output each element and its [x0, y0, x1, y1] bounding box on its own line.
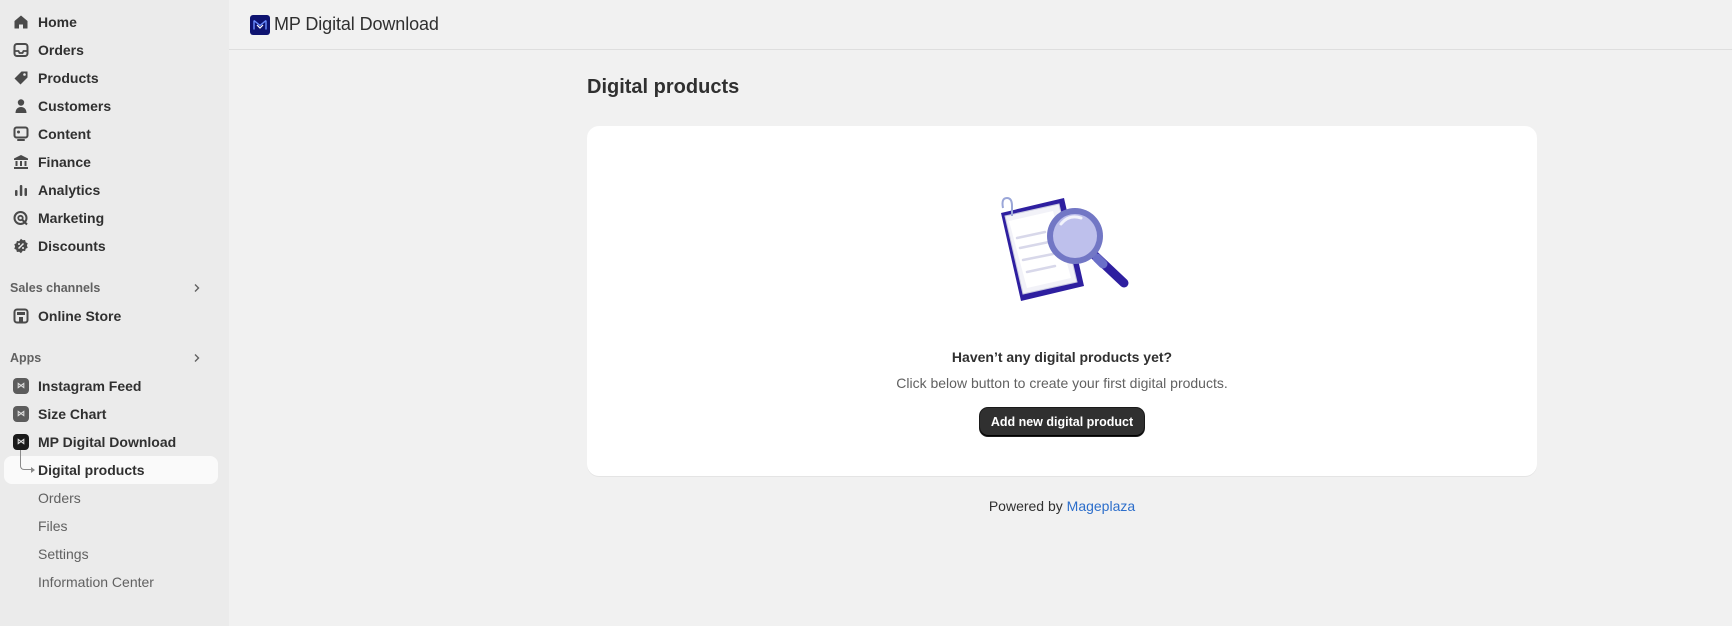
- sidebar-item-label: Files: [38, 518, 68, 534]
- app-header: MP Digital Download: [229, 0, 1732, 50]
- sidebar-subitem-orders[interactable]: Orders: [4, 484, 218, 512]
- sidebar-item-home[interactable]: Home: [4, 8, 218, 36]
- tag-icon: [13, 70, 29, 86]
- sidebar-item-label: Settings: [38, 546, 89, 562]
- empty-state-card: Haven’t any digital products yet? Click …: [587, 126, 1537, 476]
- sidebar-item-instagram-feed[interactable]: ⋈ Instagram Feed: [4, 372, 218, 400]
- sidebar-item-label: Analytics: [38, 182, 101, 198]
- app-logo-icon: [250, 14, 270, 35]
- sidebar-item-label: Digital products: [38, 462, 145, 478]
- person-icon: [13, 98, 29, 114]
- sidebar-subitem-settings[interactable]: Settings: [4, 540, 218, 568]
- sidebar-item-label: MP Digital Download: [38, 434, 177, 450]
- tree-connector-icon: [20, 450, 35, 473]
- sidebar-item-label: Content: [38, 126, 91, 142]
- content-icon: [13, 126, 29, 142]
- sidebar-item-label: Customers: [38, 98, 112, 114]
- discount-icon: [13, 238, 29, 254]
- app-icon: ⋈: [13, 378, 29, 394]
- sidebar-item-discounts[interactable]: Discounts: [4, 232, 218, 260]
- sidebar-item-analytics[interactable]: Analytics: [4, 176, 218, 204]
- sidebar-item-label: Size Chart: [38, 406, 107, 422]
- add-new-digital-product-button[interactable]: Add new digital product: [980, 408, 1144, 436]
- sidebar-item-size-chart[interactable]: ⋈ Size Chart: [4, 400, 218, 428]
- sidebar-item-online-store[interactable]: Online Store: [4, 302, 218, 330]
- section-heading-label: Apps: [10, 351, 42, 365]
- sidebar-subitem-files[interactable]: Files: [4, 512, 218, 540]
- section-heading-label: Sales channels: [10, 281, 101, 295]
- home-icon: [13, 14, 29, 30]
- chevron-right-icon[interactable]: [189, 350, 205, 366]
- inbox-icon: [13, 42, 29, 58]
- chevron-right-icon[interactable]: [189, 280, 205, 296]
- sidebar-item-label: Instagram Feed: [38, 378, 142, 394]
- sales-channels-heading: Sales channels: [10, 274, 205, 302]
- bank-icon: [13, 154, 29, 170]
- sidebar-item-label: Online Store: [38, 308, 122, 324]
- sidebar-item-label: Products: [38, 70, 99, 86]
- page-title: Digital products: [587, 76, 740, 98]
- sidebar-subitem-information-center[interactable]: Information Center: [4, 568, 218, 596]
- sidebar-item-label: Home: [38, 14, 77, 30]
- powered-by-footer: Powered by Mageplaza: [587, 498, 1537, 514]
- sidebar-subitem-digital-products[interactable]: Digital products: [4, 450, 218, 484]
- sidebar-item-label: Marketing: [38, 210, 105, 226]
- sidebar-item-finance[interactable]: Finance: [4, 148, 218, 176]
- sidebar-item-label: Orders: [38, 42, 84, 58]
- sidebar-item-content[interactable]: Content: [4, 120, 218, 148]
- empty-search-illustration-icon: [987, 188, 1147, 318]
- sidebar-item-products[interactable]: Products: [4, 64, 218, 92]
- sidebar-item-mp-digital-download[interactable]: ⋈ MP Digital Download: [4, 428, 218, 456]
- app-icon: ⋈: [13, 406, 29, 422]
- apps-heading: Apps: [10, 344, 205, 372]
- sidebar-item-label: Discounts: [38, 238, 106, 254]
- app-title: MP Digital Download: [274, 14, 439, 34]
- sidebar: Home Orders Products Customers Content F…: [0, 0, 229, 626]
- sidebar-item-label: Finance: [38, 154, 91, 170]
- sidebar-item-label: Orders: [38, 490, 81, 506]
- sidebar-item-label: Information Center: [38, 574, 154, 590]
- sidebar-item-customers[interactable]: Customers: [4, 92, 218, 120]
- mageplaza-link[interactable]: Mageplaza: [1067, 498, 1136, 514]
- store-icon: [13, 308, 29, 324]
- bar-chart-icon: [13, 182, 29, 198]
- target-icon: [13, 210, 29, 226]
- empty-state-description: Click below button to create your first …: [896, 375, 1228, 391]
- sidebar-item-orders[interactable]: Orders: [4, 36, 218, 64]
- app-icon: ⋈: [13, 434, 29, 450]
- empty-state-title: Haven’t any digital products yet?: [951, 349, 1173, 365]
- powered-by-label: Powered by: [988, 498, 1063, 514]
- sidebar-item-marketing[interactable]: Marketing: [4, 204, 218, 232]
